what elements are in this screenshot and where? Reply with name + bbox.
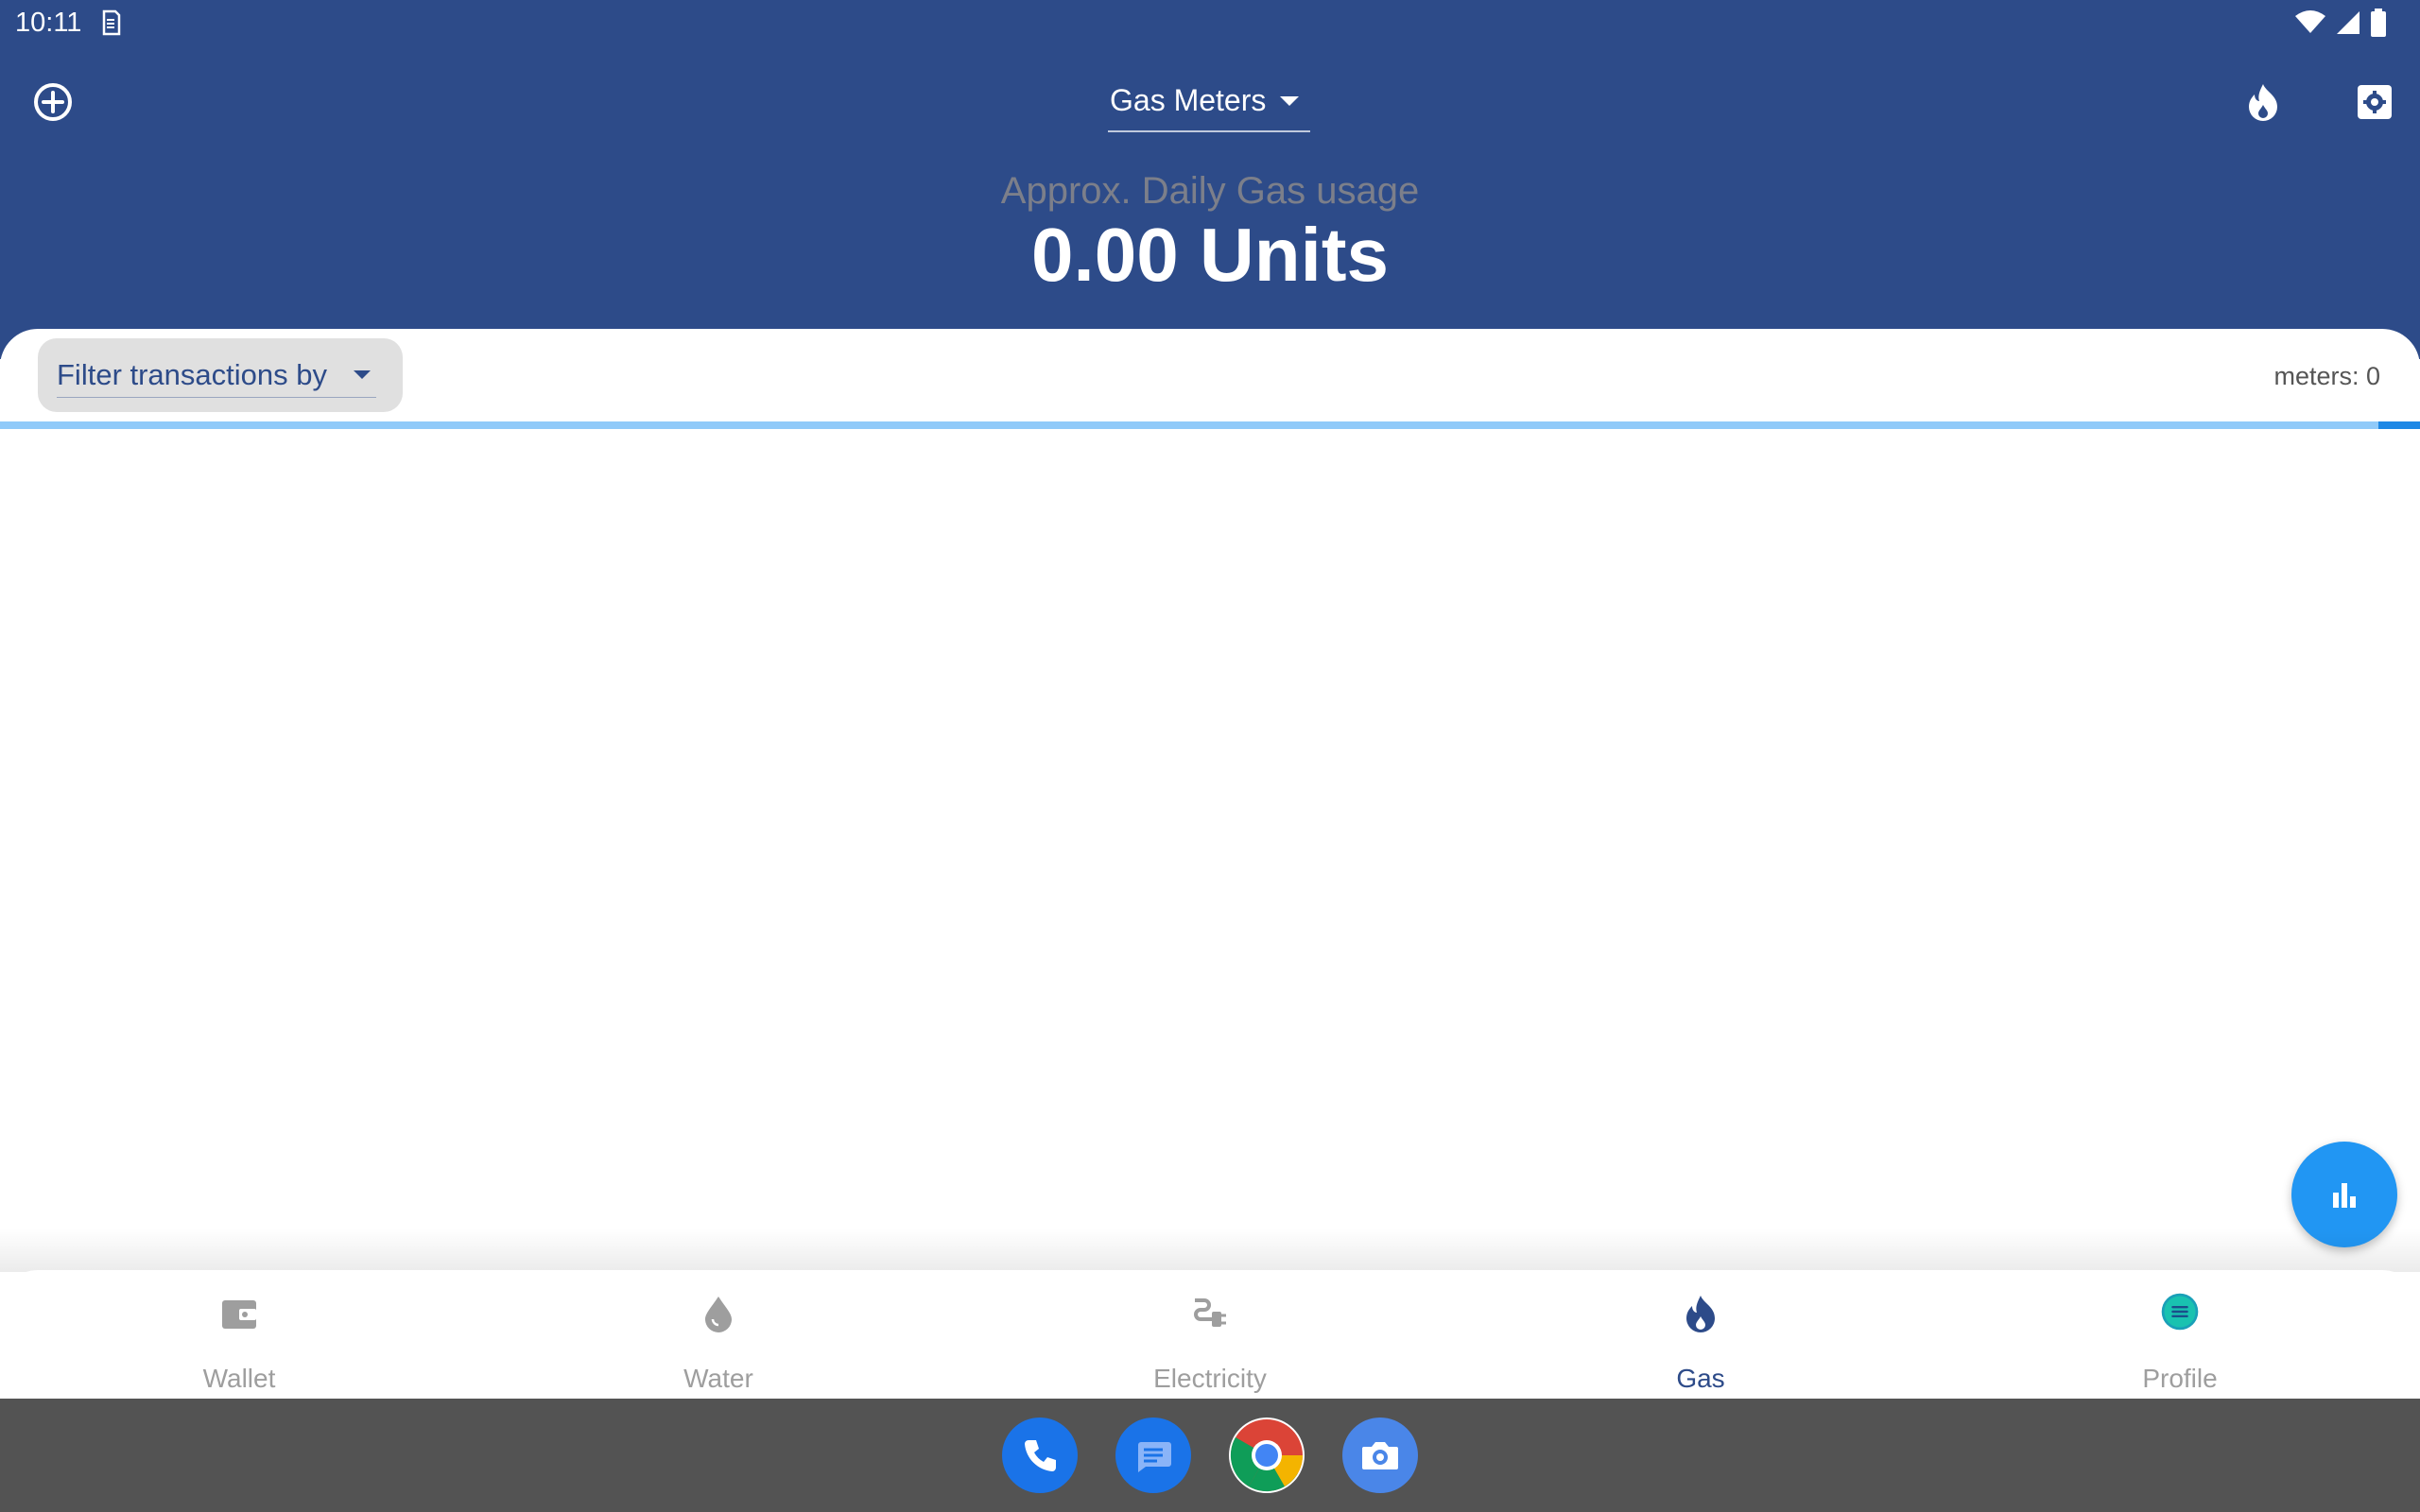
camera-icon [1362, 1442, 1398, 1469]
signal-icon [2337, 11, 2360, 34]
chrome-icon [1230, 1419, 1304, 1492]
add-meter-button[interactable] [25, 74, 81, 130]
nav-item-gas[interactable]: Gas [1559, 1270, 1842, 1399]
flame-icon [2249, 84, 2277, 121]
messages-app-button[interactable] [1115, 1418, 1191, 1493]
water-drop-icon [700, 1295, 737, 1332]
chevron-down-icon [1280, 96, 1299, 106]
usage-label: Approx. Daily Gas usage [1000, 170, 1420, 212]
bottom-nav-shadow [0, 1228, 2420, 1272]
nav-label-electricity: Electricity [1153, 1364, 1267, 1393]
bottom-navigation: Wallet Water Electricity Gas Profile [0, 1270, 2420, 1399]
loading-progress-bar [0, 421, 2420, 429]
filter-label: Filter transactions by [57, 358, 327, 391]
nav-item-water[interactable]: Water [577, 1270, 860, 1399]
nav-label-profile: Profile [2142, 1364, 2218, 1393]
loading-progress-fill [2378, 421, 2420, 429]
nav-item-profile[interactable]: Profile [2038, 1270, 2322, 1399]
filter-underline [57, 397, 376, 398]
transactions-panel [0, 329, 2420, 1274]
phone-app-button[interactable] [1002, 1418, 1078, 1493]
gas-flame-button[interactable] [2235, 74, 2291, 130]
usage-value: 0.00 Units [1031, 213, 1389, 297]
filter-transactions-dropdown[interactable]: Filter transactions by [38, 338, 403, 412]
meter-type-label: Gas Meters [1110, 83, 1267, 117]
messages-icon [1138, 1442, 1171, 1472]
meter-type-dropdown[interactable]: Gas Meters [1108, 76, 1310, 132]
chevron-down-icon [354, 370, 371, 379]
camera-app-button[interactable] [1342, 1418, 1418, 1493]
nav-item-wallet[interactable]: Wallet [97, 1270, 381, 1399]
status-icons [2295, 8, 2386, 38]
settings-button[interactable] [2346, 74, 2403, 130]
app-header: 10:11 Gas Meters Approx. Daily Gas usage… [0, 0, 2420, 359]
settings-gear-icon [2358, 85, 2392, 119]
flame-icon [1682, 1295, 1720, 1332]
battery-icon [2371, 9, 2386, 37]
nav-label-gas: Gas [1676, 1364, 1725, 1393]
wifi-icon [2295, 10, 2325, 33]
nav-item-electricity[interactable]: Electricity [1068, 1270, 1352, 1399]
wallet-icon [220, 1295, 258, 1332]
meters-count: meters: 0 [2273, 362, 2380, 390]
profile-avatar-icon [2161, 1293, 2199, 1332]
chrome-app-button[interactable] [1229, 1418, 1305, 1493]
nav-label-water: Water [683, 1364, 753, 1393]
system-dock [0, 1399, 2420, 1512]
status-time: 10:11 [15, 8, 82, 38]
add-circle-icon [34, 83, 72, 121]
power-plug-icon [1191, 1295, 1229, 1332]
nav-label-wallet: Wallet [202, 1364, 276, 1393]
sim-status-icon [102, 9, 121, 36]
bar-chart-icon [2333, 1183, 2356, 1208]
phone-icon [1025, 1440, 1056, 1471]
